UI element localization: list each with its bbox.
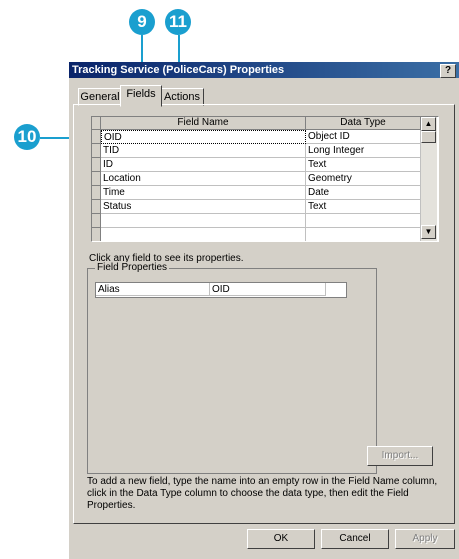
data-type-cell[interactable] [306,214,421,228]
properties-dialog: Tracking Service (PoliceCars) Properties… [69,62,459,559]
ok-button[interactable]: OK [247,529,315,549]
field-name-cell[interactable]: Status [101,200,306,214]
row-selector[interactable] [92,186,101,200]
field-name-cell[interactable] [101,214,306,228]
alias-label: Alias [96,283,210,296]
tab-fields[interactable]: Fields [120,85,162,107]
data-type-cell[interactable]: Text [306,200,421,214]
import-button[interactable]: Import... [367,446,433,466]
row-selector[interactable] [92,200,101,214]
instructions-line-1: To add a new field, type the name into a… [87,476,438,487]
cancel-button[interactable]: Cancel [321,529,389,549]
data-type-cell[interactable]: Geometry [306,172,421,186]
field-properties-legend: Field Properties [95,262,170,273]
field-name-cell[interactable] [101,228,306,241]
title-bar: Tracking Service (PoliceCars) Properties… [69,62,459,78]
alias-value[interactable]: OID [210,283,326,296]
instructions-line-2: click in the Data Type column to choose … [87,488,409,499]
scroll-down-button[interactable]: ▼ [421,225,436,239]
row-selector[interactable] [92,228,101,241]
help-button[interactable]: ? [440,64,456,78]
data-type-header[interactable]: Data Type [306,117,421,130]
field-name-cell[interactable]: ID [101,158,306,172]
apply-button[interactable]: Apply [395,529,455,549]
scroll-up-button[interactable]: ▲ [421,117,436,131]
fields-grid[interactable]: Field Name Data Type OID Object ID TID L… [91,116,439,242]
instructions-line-3: Properties. [87,500,136,511]
field-name-cell[interactable]: TID [101,144,306,158]
scroll-thumb[interactable] [421,131,436,143]
data-type-cell[interactable]: Text [306,158,421,172]
callout-11: 11 [165,9,191,35]
grid-corner [92,117,101,130]
dialog-title: Tracking Service (PoliceCars) Properties [72,64,285,76]
field-properties-group [87,268,377,474]
grid-vertical-scrollbar[interactable]: ▲ ▼ [421,117,437,241]
row-selector[interactable] [92,214,101,228]
callout-10: 10 [14,124,40,150]
data-type-cell[interactable]: Long Integer [306,144,421,158]
field-name-cell[interactable]: Location [101,172,306,186]
field-name-header[interactable]: Field Name [101,117,306,130]
field-name-cell[interactable]: Time [101,186,306,200]
data-type-cell[interactable]: Object ID [306,130,421,144]
row-selector[interactable] [92,130,101,144]
data-type-cell[interactable]: Date [306,186,421,200]
field-name-cell[interactable]: OID [101,130,306,144]
data-type-cell[interactable] [306,228,421,241]
row-selector[interactable] [92,172,101,186]
field-properties-table[interactable]: Alias OID [95,282,347,298]
callout-9: 9 [129,9,155,35]
row-selector[interactable] [92,158,101,172]
row-selector[interactable] [92,144,101,158]
